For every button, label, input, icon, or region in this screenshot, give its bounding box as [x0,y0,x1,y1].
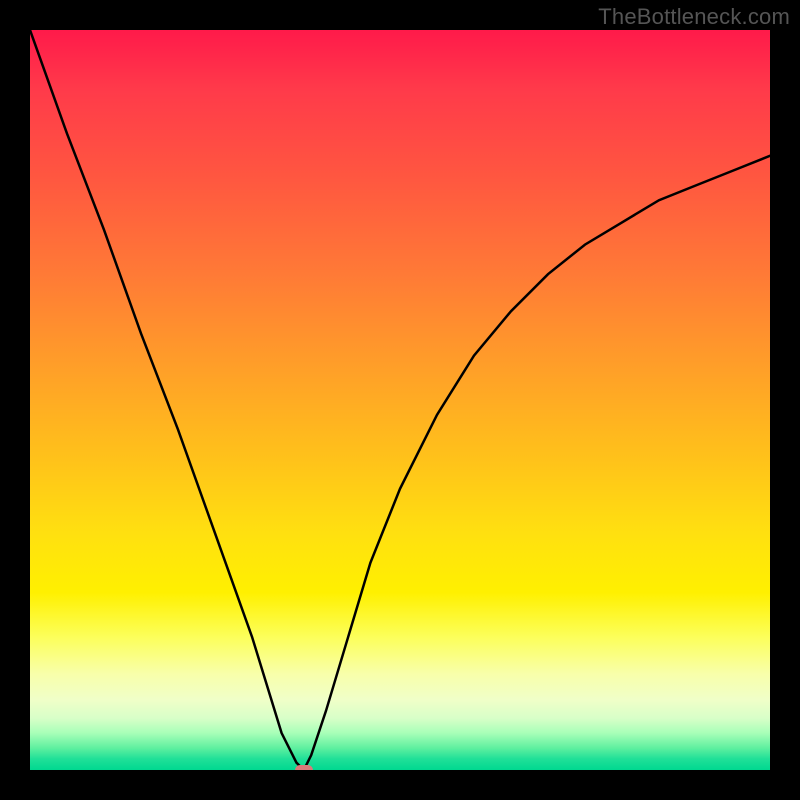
plot-area [30,30,770,770]
watermark-text: TheBottleneck.com [598,4,790,30]
optimum-marker [295,765,313,770]
curve-path [30,30,770,770]
bottleneck-curve [30,30,770,770]
